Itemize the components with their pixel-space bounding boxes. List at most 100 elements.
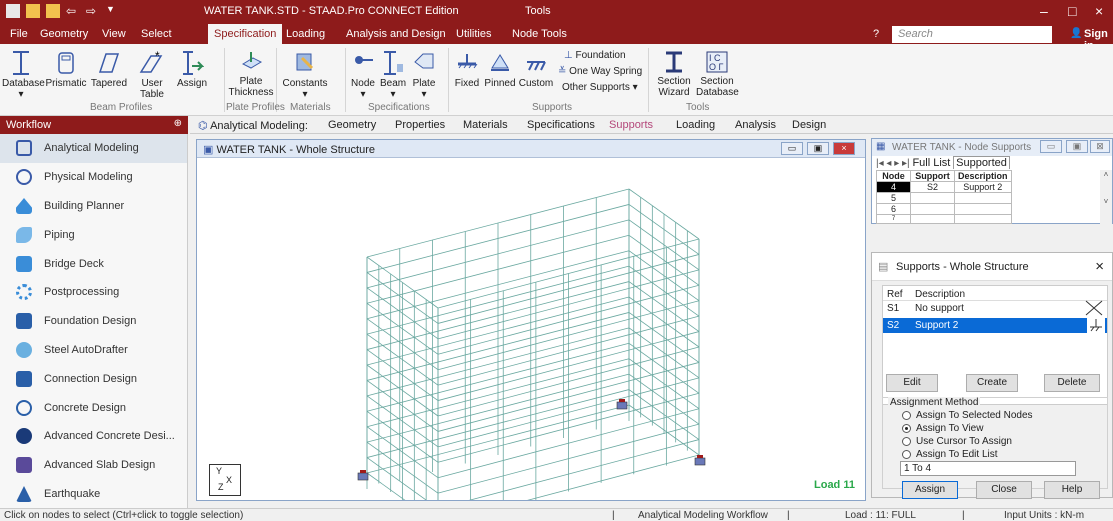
fixed-support-button[interactable]: Fixed — [452, 50, 482, 89]
table-close-button[interactable]: ⊠ — [1090, 140, 1110, 153]
support-row-s1[interactable]: S1 No support — [883, 300, 1107, 316]
subtab-materials[interactable]: Materials — [463, 119, 508, 131]
tab-view[interactable]: View — [102, 28, 126, 40]
cell[interactable]: 6 — [876, 203, 911, 215]
user-table-button[interactable]: * User Table — [132, 50, 172, 100]
help-icon[interactable]: ? — [873, 28, 879, 40]
cell[interactable] — [910, 192, 955, 204]
assign-profile-button[interactable]: Assign — [174, 50, 210, 89]
node-spec-button[interactable]: Node ▾ — [350, 50, 376, 100]
cell[interactable]: 7 — [876, 214, 911, 224]
plate-thickness-button[interactable]: Plate Thickness — [228, 50, 274, 98]
cell[interactable] — [954, 214, 1012, 224]
cell[interactable]: 5 — [876, 192, 911, 204]
create-button[interactable]: Create — [966, 374, 1018, 392]
support-row-s2[interactable]: S2 Support 2 — [883, 318, 1107, 333]
custom-support-button[interactable]: Custom — [518, 50, 554, 89]
search-input[interactable]: Search — [892, 26, 1052, 43]
edit-button[interactable]: Edit — [886, 374, 938, 392]
new-file-icon[interactable] — [6, 4, 20, 18]
radio-assign-selected-nodes[interactable]: Assign To Selected Nodes — [902, 410, 1033, 421]
help-button[interactable]: Help — [1044, 481, 1100, 499]
assign-button[interactable]: Assign — [902, 481, 958, 499]
subtab-specifications[interactable]: Specifications — [527, 119, 595, 131]
radio-assign-to-view[interactable]: Assign To View — [902, 423, 983, 434]
tab-geometry[interactable]: Geometry — [40, 28, 88, 40]
edit-list-input[interactable]: 1 To 4 — [900, 461, 1076, 476]
workflow-item-advanced-slab-design[interactable]: Advanced Slab Design — [0, 451, 187, 480]
subtab-analysis[interactable]: Analysis — [735, 119, 776, 131]
supports-dialog[interactable]: ▤ Supports - Whole Structure × Ref Descr… — [871, 252, 1113, 499]
tab-file[interactable]: File — [10, 28, 28, 40]
view-minimize-button[interactable]: ▭ — [781, 142, 803, 155]
section-database-button[interactable]: I CO Γ Section Database — [696, 50, 739, 98]
view-close-button[interactable]: × — [833, 142, 855, 155]
tab-select[interactable]: Select — [141, 28, 172, 40]
node-supports-window[interactable]: ▦ WATER TANK - Node Supports ▭ ▣ ⊠ |◂ ◂ … — [871, 138, 1113, 224]
save-folder-icon[interactable] — [46, 4, 60, 18]
maximize-button[interactable]: □ — [1068, 3, 1076, 19]
minimize-button[interactable]: – — [1040, 3, 1048, 19]
table-row[interactable]: 7 — [876, 214, 1012, 224]
structure-view-window[interactable]: ▣ WATER TANK - Whole Structure ▭ ▣ × Y X… — [196, 139, 866, 501]
tab-utilities[interactable]: Utilities — [456, 28, 491, 40]
radio-assign-edit-list[interactable]: Assign To Edit List — [902, 449, 998, 460]
workflow-item-concrete-design[interactable]: Concrete Design — [0, 393, 187, 422]
search-icon[interactable]: ⌕ — [1040, 27, 1047, 42]
cell[interactable] — [910, 203, 955, 215]
tab-specification[interactable]: Specification — [208, 24, 283, 44]
tab-full-list[interactable]: Full List — [912, 157, 950, 169]
tab-analysis-design[interactable]: Analysis and Design — [346, 28, 446, 40]
close-dialog-button[interactable]: Close — [976, 481, 1032, 499]
workflow-item-physical-modeling[interactable]: Physical Modeling — [0, 163, 187, 192]
subtab-loading[interactable]: Loading — [676, 119, 715, 131]
view-maximize-button[interactable]: ▣ — [807, 142, 829, 155]
user-icon[interactable]: 👤 — [1070, 28, 1082, 39]
prismatic-button[interactable]: Prismatic — [44, 50, 88, 89]
prev-page-icon[interactable]: ◂ — [886, 158, 891, 169]
beam-spec-button[interactable]: Beam ▾ — [380, 50, 406, 100]
subtab-design[interactable]: Design — [792, 119, 826, 131]
last-page-icon[interactable]: ▸| — [902, 158, 910, 169]
workflow-item-connection-design[interactable]: Connection Design — [0, 364, 187, 393]
workflow-item-postprocessing[interactable]: Postprocessing — [0, 278, 187, 307]
workflow-item-steel-autodrafter[interactable]: Steel AutoDrafter — [0, 336, 187, 365]
undo-icon[interactable]: ⇦ — [66, 4, 80, 18]
first-page-icon[interactable]: |◂ — [876, 158, 884, 169]
table-minimize-button[interactable]: ▭ — [1040, 140, 1062, 153]
cell[interactable] — [954, 203, 1012, 215]
dialog-close-button[interactable]: × — [1095, 258, 1104, 275]
constants-button[interactable]: Constants ▾ — [280, 50, 330, 100]
next-page-icon[interactable]: ▸ — [894, 158, 899, 169]
one-way-spring-button[interactable]: ≚ One Way Spring — [558, 66, 642, 77]
cell[interactable]: S2 — [910, 181, 955, 193]
tab-supported[interactable]: Supported — [953, 156, 1010, 169]
support-marker[interactable] — [357, 472, 369, 481]
workflow-item-analytical-modeling[interactable]: Analytical Modeling — [0, 134, 187, 163]
support-marker[interactable] — [616, 401, 628, 410]
cell[interactable]: Support 2 — [954, 181, 1012, 193]
structure-model[interactable] — [197, 158, 865, 500]
other-supports-button[interactable]: Other Supports ▾ — [562, 82, 638, 93]
open-folder-icon[interactable] — [26, 4, 40, 18]
table-maximize-button[interactable]: ▣ — [1066, 140, 1088, 153]
delete-button[interactable]: Delete — [1044, 374, 1100, 392]
subtab-geometry[interactable]: Geometry — [328, 119, 376, 131]
cell[interactable] — [954, 192, 1012, 204]
workflow-item-earthquake[interactable]: Earthquake — [0, 480, 187, 509]
cell[interactable] — [910, 214, 955, 224]
table-row[interactable]: 6 — [876, 203, 1012, 215]
table-row[interactable]: 4 S2 Support 2 — [876, 181, 1012, 193]
database-button[interactable]: Database ▾ — [2, 50, 45, 100]
table-scrollbar[interactable]: ˄ ˅ — [1100, 170, 1112, 224]
workflow-item-bridge-deck[interactable]: Bridge Deck — [0, 249, 187, 278]
support-marker[interactable] — [694, 457, 706, 466]
dropdown-icon[interactable]: ▼ — [106, 4, 120, 18]
tapered-button[interactable]: Tapered — [88, 50, 130, 89]
radio-use-cursor[interactable]: Use Cursor To Assign — [902, 436, 1012, 447]
foundation-support-button[interactable]: ⊥ Foundation — [564, 50, 626, 61]
close-button[interactable]: × — [1095, 3, 1103, 19]
workflow-item-foundation-design[interactable]: Foundation Design — [0, 307, 187, 336]
tab-loading[interactable]: Loading — [286, 28, 325, 40]
cell[interactable]: 4 — [876, 181, 911, 193]
